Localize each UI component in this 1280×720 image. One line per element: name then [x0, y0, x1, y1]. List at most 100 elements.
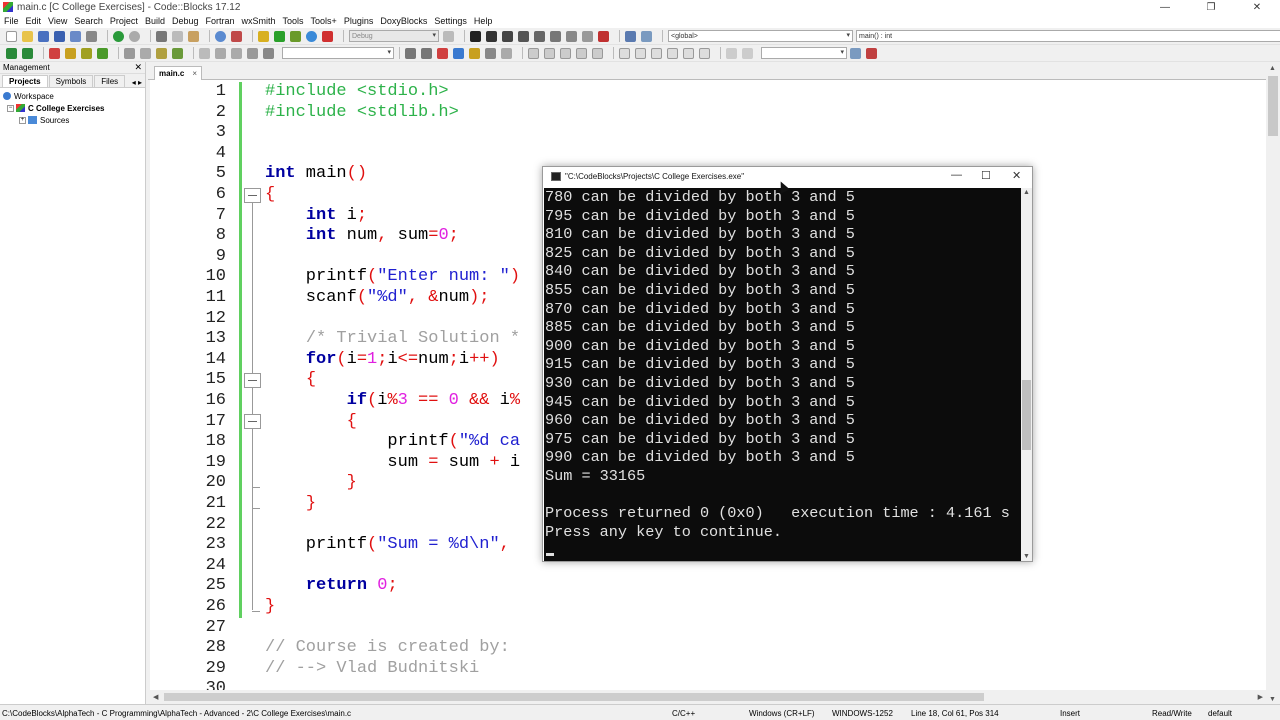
print-icon[interactable] — [86, 30, 97, 42]
scroll-down-icon[interactable]: ▼ — [1269, 696, 1276, 703]
line-icon[interactable] — [651, 47, 662, 59]
tree-item-project[interactable]: − C College Exercises — [3, 102, 142, 114]
code-line[interactable]: 4 — [150, 143, 1266, 165]
menu-project[interactable]: Project — [110, 16, 138, 26]
wrap-icon[interactable] — [683, 47, 694, 59]
console-output[interactable]: 780 can be divided by both 3 and 5 795 ca… — [544, 188, 1021, 561]
debug-start-icon[interactable] — [470, 30, 481, 42]
management-close-icon[interactable]: ✕ — [134, 62, 142, 73]
console-scroll-thumb[interactable] — [1022, 380, 1031, 450]
run-icon[interactable] — [274, 30, 285, 42]
stop-debug-icon[interactable] — [598, 30, 609, 42]
menu-search[interactable]: Search — [74, 16, 103, 26]
next-occurrence-icon[interactable] — [421, 47, 432, 59]
bookmark-clear-icon[interactable] — [97, 47, 108, 59]
rebuild-icon[interactable] — [306, 30, 317, 42]
code-line[interactable]: 28 // Course is created by: — [150, 638, 1266, 659]
console-maximize-button[interactable]: ☐ — [981, 169, 991, 182]
menu-help[interactable]: Help — [474, 16, 493, 26]
paste-icon[interactable] — [188, 30, 199, 42]
menu-wxsmith[interactable]: wxSmith — [242, 16, 276, 26]
code-line[interactable]: 3 — [150, 123, 1266, 144]
code-line[interactable]: 30 — [150, 679, 1266, 690]
comment-icon[interactable] — [124, 47, 135, 59]
scroll-right-icon[interactable]: ▶ — [1258, 693, 1263, 701]
find-icon[interactable] — [215, 30, 226, 42]
scroll-up-icon[interactable]: ▲ — [1269, 65, 1276, 72]
fold-toggle-icon[interactable] — [244, 187, 261, 203]
script-s-icon[interactable] — [726, 47, 737, 59]
doxyblocks-icon[interactable] — [140, 47, 151, 59]
tab-projects[interactable]: Projects — [2, 75, 48, 87]
tab-close-icon[interactable]: × — [192, 69, 197, 78]
tree-item-workspace[interactable]: Workspace — [3, 90, 142, 102]
match-icon[interactable] — [263, 47, 274, 59]
code-tools-icon[interactable] — [866, 47, 877, 59]
step-out-icon[interactable] — [534, 30, 545, 42]
tree-item-sources[interactable]: + Sources — [3, 114, 142, 126]
open-file-icon[interactable] — [22, 30, 33, 42]
script-c-icon[interactable] — [742, 47, 753, 59]
menu-view[interactable]: View — [48, 16, 67, 26]
redo-icon[interactable] — [129, 30, 140, 42]
select-all-icon[interactable] — [453, 47, 464, 59]
step-instruction-icon[interactable] — [566, 30, 577, 42]
console-scroll-up-icon[interactable]: ▲ — [1023, 189, 1030, 196]
forward-icon[interactable] — [231, 47, 242, 59]
zoom-out-icon[interactable] — [528, 47, 539, 59]
menu-tools[interactable]: Tools+ — [311, 16, 337, 26]
fold-toggle-icon[interactable] — [244, 372, 261, 388]
debug-info-icon[interactable] — [641, 30, 652, 42]
scroll-left-icon[interactable]: ◀ — [153, 693, 158, 701]
console-scroll-down-icon[interactable]: ▼ — [1023, 553, 1030, 560]
column-icon[interactable] — [667, 47, 678, 59]
menu-debug[interactable]: Debug — [172, 16, 199, 26]
bookmark-prev-icon[interactable] — [65, 47, 76, 59]
replace-icon[interactable] — [231, 30, 242, 42]
doxy-run-icon[interactable] — [172, 47, 183, 59]
toggle-fold-icon[interactable] — [592, 47, 603, 59]
save-icon[interactable] — [38, 30, 49, 42]
tab-files[interactable]: Files — [94, 75, 126, 87]
abort-icon[interactable] — [322, 30, 333, 42]
menu-fortran[interactable]: Fortran — [205, 16, 234, 26]
tab-main-c[interactable]: main.c × — [154, 66, 203, 80]
close-file-icon[interactable] — [70, 30, 81, 42]
copy-icon[interactable] — [172, 30, 183, 42]
build-target-select[interactable]: Debug ▾ — [349, 30, 439, 42]
scroll-thumb[interactable] — [1268, 76, 1278, 136]
code-line[interactable]: 26} — [150, 597, 1266, 618]
tab-symbols[interactable]: Symbols — [48, 75, 94, 87]
block-icon[interactable] — [619, 47, 630, 59]
bookmark-toggle-icon[interactable] — [49, 47, 60, 59]
run-to-cursor-icon[interactable] — [486, 30, 497, 42]
code-line[interactable]: 1 #include <stdio.h> — [150, 82, 1266, 103]
expand-icon[interactable]: + — [19, 116, 26, 124]
search-combo[interactable]: ▾ — [282, 47, 394, 59]
minimize-button[interactable]: — — [1142, 0, 1188, 14]
step-into-icon[interactable] — [518, 30, 529, 42]
console-scrollbar[interactable]: ▲ ▼ — [1021, 188, 1032, 561]
ruler-icon[interactable] — [699, 47, 710, 59]
pause-icon[interactable] — [582, 30, 593, 42]
editor-horizontal-scrollbar[interactable]: ◀ ▶ — [150, 690, 1266, 704]
menu-tools[interactable]: Tools — [283, 16, 304, 26]
menu-edit[interactable]: Edit — [26, 16, 42, 26]
menu-doxyblocks[interactable]: DoxyBlocks — [380, 16, 427, 26]
doxy-config-icon[interactable] — [156, 47, 167, 59]
maximize-button[interactable]: ❐ — [1188, 0, 1234, 14]
debug-windows-icon[interactable] — [625, 30, 636, 42]
save-all-icon[interactable] — [54, 30, 65, 42]
highlight-color-icon[interactable] — [437, 47, 448, 59]
menu-plugins[interactable]: Plugins — [344, 16, 374, 26]
menu-build[interactable]: Build — [145, 16, 165, 26]
fold-toggle-icon[interactable] — [244, 414, 261, 430]
case-icon[interactable] — [485, 47, 496, 59]
undo-icon[interactable] — [113, 30, 124, 42]
options-icon[interactable] — [501, 47, 512, 59]
symbol-select[interactable]: main() : int▾ — [856, 30, 1280, 42]
code-line[interactable]: 29 // --> Vlad Budnitski — [150, 659, 1266, 680]
code-search-icon[interactable] — [850, 47, 861, 59]
console-minimize-button[interactable]: — — [951, 169, 962, 181]
new-file-icon[interactable] — [6, 30, 17, 42]
